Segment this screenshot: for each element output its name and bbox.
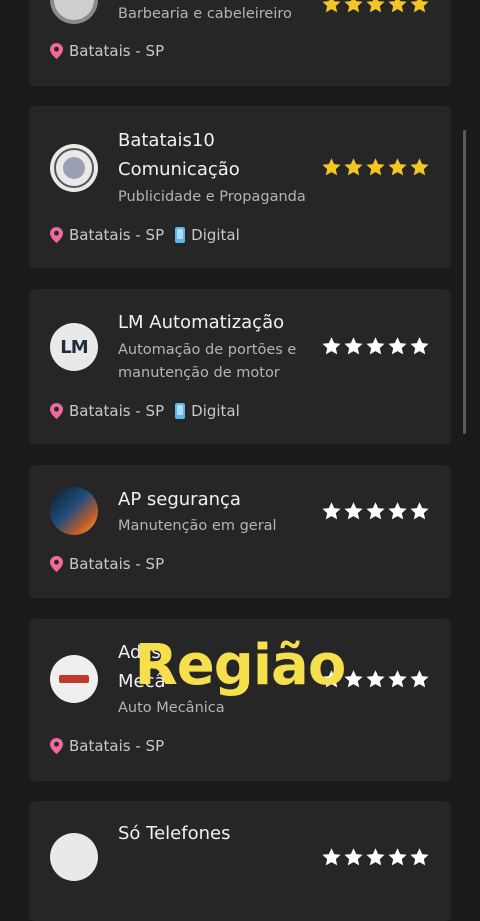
rating-stars — [321, 336, 430, 357]
rating-stars — [321, 847, 430, 868]
star-icon — [344, 337, 363, 355]
star-icon — [322, 337, 341, 355]
rating-stars — [321, 501, 430, 522]
listing-location: Batatais - SP — [50, 737, 164, 755]
listing-location: Batatais - SP Digital — [50, 402, 240, 420]
batatais10-logo-icon — [50, 144, 98, 192]
star-icon — [344, 848, 363, 866]
listing-name: AP segurança — [118, 489, 241, 510]
star-icon — [410, 0, 429, 13]
star-icon — [366, 0, 385, 13]
location-pin-icon — [50, 556, 63, 572]
mobile-phone-icon — [175, 403, 186, 419]
video-caption: Região — [134, 633, 347, 698]
star-icon — [366, 158, 385, 176]
star-icon — [322, 502, 341, 520]
location-text: Batatais - SP — [69, 737, 165, 755]
star-icon — [410, 848, 429, 866]
star-icon — [388, 337, 407, 355]
star-icon — [410, 158, 429, 176]
barbershop-logo-icon — [50, 0, 98, 24]
listing-name: LM Automatização — [118, 312, 285, 333]
location-text: Batatais - SP — [69, 555, 165, 573]
location-text: Batatais - SP — [69, 42, 165, 60]
star-icon — [344, 158, 363, 176]
star-icon — [410, 502, 429, 520]
scrollbar[interactable] — [463, 130, 466, 434]
location-text: Batatais - SP — [69, 402, 165, 420]
star-icon — [410, 337, 429, 355]
listing-location: Batatais - SP Digital — [50, 226, 240, 244]
star-icon — [366, 502, 385, 520]
location-pin-icon — [50, 43, 63, 59]
lm-logo-icon: LM — [50, 323, 98, 371]
listing-category: Manutenção em geral — [118, 518, 277, 534]
location-pin-icon — [50, 227, 63, 243]
location-pin-icon — [50, 738, 63, 754]
star-icon — [388, 158, 407, 176]
listing-category: Automação de portões e — [118, 342, 297, 358]
listing-name-line2: Comunicação — [118, 159, 240, 180]
star-icon — [388, 0, 407, 13]
ap-seguranca-logo-icon — [50, 487, 98, 535]
digital-tag: Digital — [191, 402, 240, 420]
star-icon — [366, 848, 385, 866]
listing-category-line2: manutenção de motor — [118, 365, 280, 381]
listing-category: Barbearia e cabeleireiro — [118, 6, 292, 22]
listing-card[interactable]: Batatais10 Comunicação Publicidade e Pro… — [29, 106, 451, 268]
rating-stars — [321, 0, 430, 15]
lm-logo-text: LM — [60, 336, 88, 358]
listing-category: Publicidade e Propaganda — [118, 189, 306, 205]
star-icon — [344, 502, 363, 520]
listing-card[interactable]: AP segurança Manutenção em geral Batatai… — [29, 465, 451, 598]
listing-name: Só Telefones — [118, 823, 231, 844]
so-telefones-logo-icon — [50, 833, 98, 881]
star-icon — [322, 848, 341, 866]
listing-card[interactable]: Só Telefones — [29, 801, 451, 921]
listing-location: Batatais - SP — [50, 555, 164, 573]
star-icon — [388, 502, 407, 520]
location-pin-icon — [50, 403, 63, 419]
star-icon — [322, 158, 341, 176]
star-icon — [344, 0, 363, 13]
rating-stars — [321, 157, 430, 178]
listing-name: Batatais10 — [118, 130, 215, 151]
listing-feed: Barbearia e cabeleireiro Batatais - SP B… — [0, 0, 480, 921]
listing-card[interactable]: LM LM Automatização Automação de portões… — [29, 289, 451, 444]
digital-tag: Digital — [191, 226, 240, 244]
star-icon — [366, 337, 385, 355]
listing-location: Batatais - SP — [50, 42, 164, 60]
star-icon — [388, 848, 407, 866]
mobile-phone-icon — [175, 227, 186, 243]
star-icon — [322, 0, 341, 13]
location-text: Batatais - SP — [69, 226, 165, 244]
listing-card[interactable]: Barbearia e cabeleireiro Batatais - SP — [29, 0, 451, 86]
